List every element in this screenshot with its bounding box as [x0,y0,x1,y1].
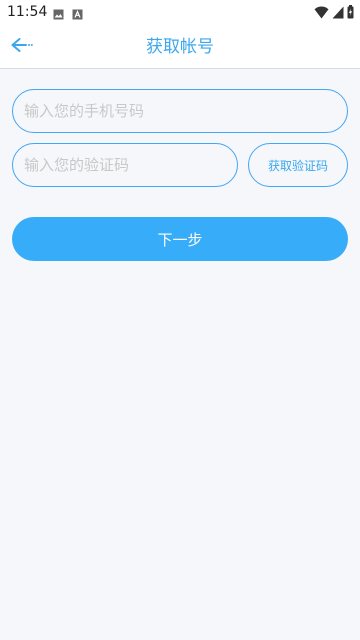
send-code-button[interactable]: 获取验证码 [248,143,348,187]
wifi-icon [314,4,329,23]
app-header: 获取帐号 [0,24,360,69]
battery-icon [347,4,354,23]
signal-icon [332,4,344,23]
page-title: 获取帐号 [146,37,214,57]
image-icon [53,5,64,24]
status-bar: 11:54 [0,0,360,24]
code-input[interactable] [24,144,224,186]
status-time: 11:54 [7,4,48,20]
status-left-icons [53,5,83,24]
a-icon [72,5,83,24]
phone-field[interactable] [12,89,348,133]
next-button[interactable]: 下一步 [12,217,348,261]
phone-input[interactable] [24,90,334,132]
status-right-icons [314,4,354,23]
code-field[interactable] [12,143,238,187]
